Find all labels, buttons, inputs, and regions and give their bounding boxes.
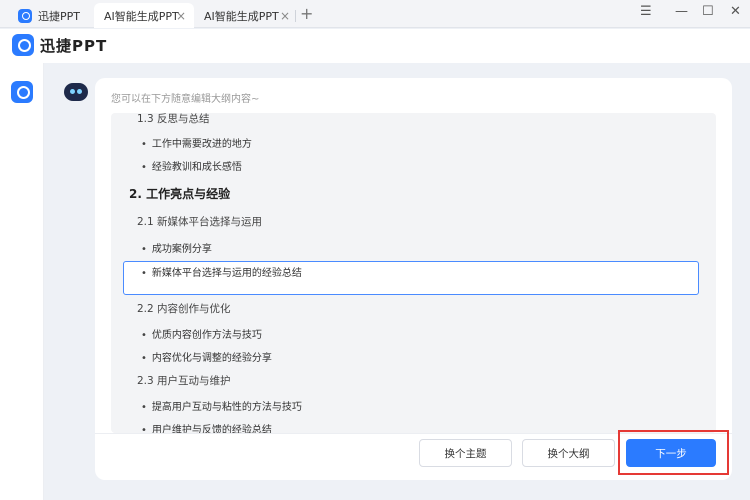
outline-heading[interactable]: 2.3 用户互动与维护 xyxy=(137,373,231,388)
outline-heading[interactable]: 1.3 反思与总结 xyxy=(137,113,210,126)
outline-bullet-editing[interactable]: 新媒体平台选择与运用的经验总结 xyxy=(141,264,302,279)
minimize-icon[interactable]: — xyxy=(675,4,688,19)
tab-close-icon[interactable]: × xyxy=(176,9,186,23)
outline-editor[interactable]: 1.3 反思与总结 工作中需要改进的地方 经验教训和成长感悟 2. 工作亮点与经… xyxy=(111,113,716,433)
close-window-icon[interactable]: ✕ xyxy=(730,4,741,19)
app-header: 迅捷PPT xyxy=(0,29,750,63)
next-button-highlight xyxy=(618,430,729,475)
tab-second-label: AI智能生成PPT xyxy=(204,9,279,23)
side-rail xyxy=(0,63,44,500)
outline-heading[interactable]: 2.2 内容创作与优化 xyxy=(137,301,231,316)
menu-icon[interactable]: ☰ xyxy=(640,4,652,19)
outline-heading[interactable]: 2.1 新媒体平台选择与运用 xyxy=(137,214,262,229)
outline-card: 您可以在下方随意编辑大纲内容~ 1.3 反思与总结 工作中需要改进的地方 经验教… xyxy=(95,78,732,480)
outline-bullet[interactable]: 提高用户互动与粘性的方法与技巧 xyxy=(141,398,302,413)
tab-ai-ppt-second[interactable]: AI智能生成PPT × xyxy=(200,3,290,28)
outline-bullet[interactable]: 优质内容创作方法与技巧 xyxy=(141,326,262,341)
brand: 迅捷PPT xyxy=(12,34,107,56)
add-tab-icon[interactable]: + xyxy=(300,4,313,23)
tab-close-icon[interactable]: × xyxy=(280,9,290,23)
edit-hint: 您可以在下方随意编辑大纲内容~ xyxy=(111,94,260,105)
tab-active-label: AI智能生成PPT xyxy=(104,9,179,23)
change-theme-button[interactable]: 换个主题 xyxy=(419,439,512,467)
tab-ai-ppt-active[interactable]: AI智能生成PPT × xyxy=(94,3,194,28)
title-bar: 迅捷PPT AI智能生成PPT × AI智能生成PPT × + ☰ — ☐ ✕ xyxy=(0,0,750,28)
outline-bullet[interactable]: 工作中需要改进的地方 xyxy=(141,135,252,150)
tab-home-label: 迅捷PPT xyxy=(38,9,80,23)
rail-logo-icon[interactable] xyxy=(11,81,33,103)
change-outline-button[interactable]: 换个大纲 xyxy=(522,439,615,467)
ai-bot-avatar-icon xyxy=(64,83,88,101)
outline-bullet[interactable]: 用户维护与反馈的经验总结 xyxy=(141,421,272,433)
tab-home[interactable]: 迅捷PPT xyxy=(18,3,80,28)
outline-bullet[interactable]: 内容优化与调整的经验分享 xyxy=(141,349,272,364)
brand-logo-icon xyxy=(12,34,34,56)
outline-section-title[interactable]: 2. 工作亮点与经验 xyxy=(129,185,230,202)
brand-name: 迅捷PPT xyxy=(40,36,108,55)
maximize-icon[interactable]: ☐ xyxy=(702,4,714,19)
app-logo-icon xyxy=(18,8,32,23)
outline-bullet[interactable]: 成功案例分享 xyxy=(141,240,212,255)
tab-divider xyxy=(295,10,296,22)
outline-bullet[interactable]: 经验教训和成长感悟 xyxy=(141,158,242,173)
